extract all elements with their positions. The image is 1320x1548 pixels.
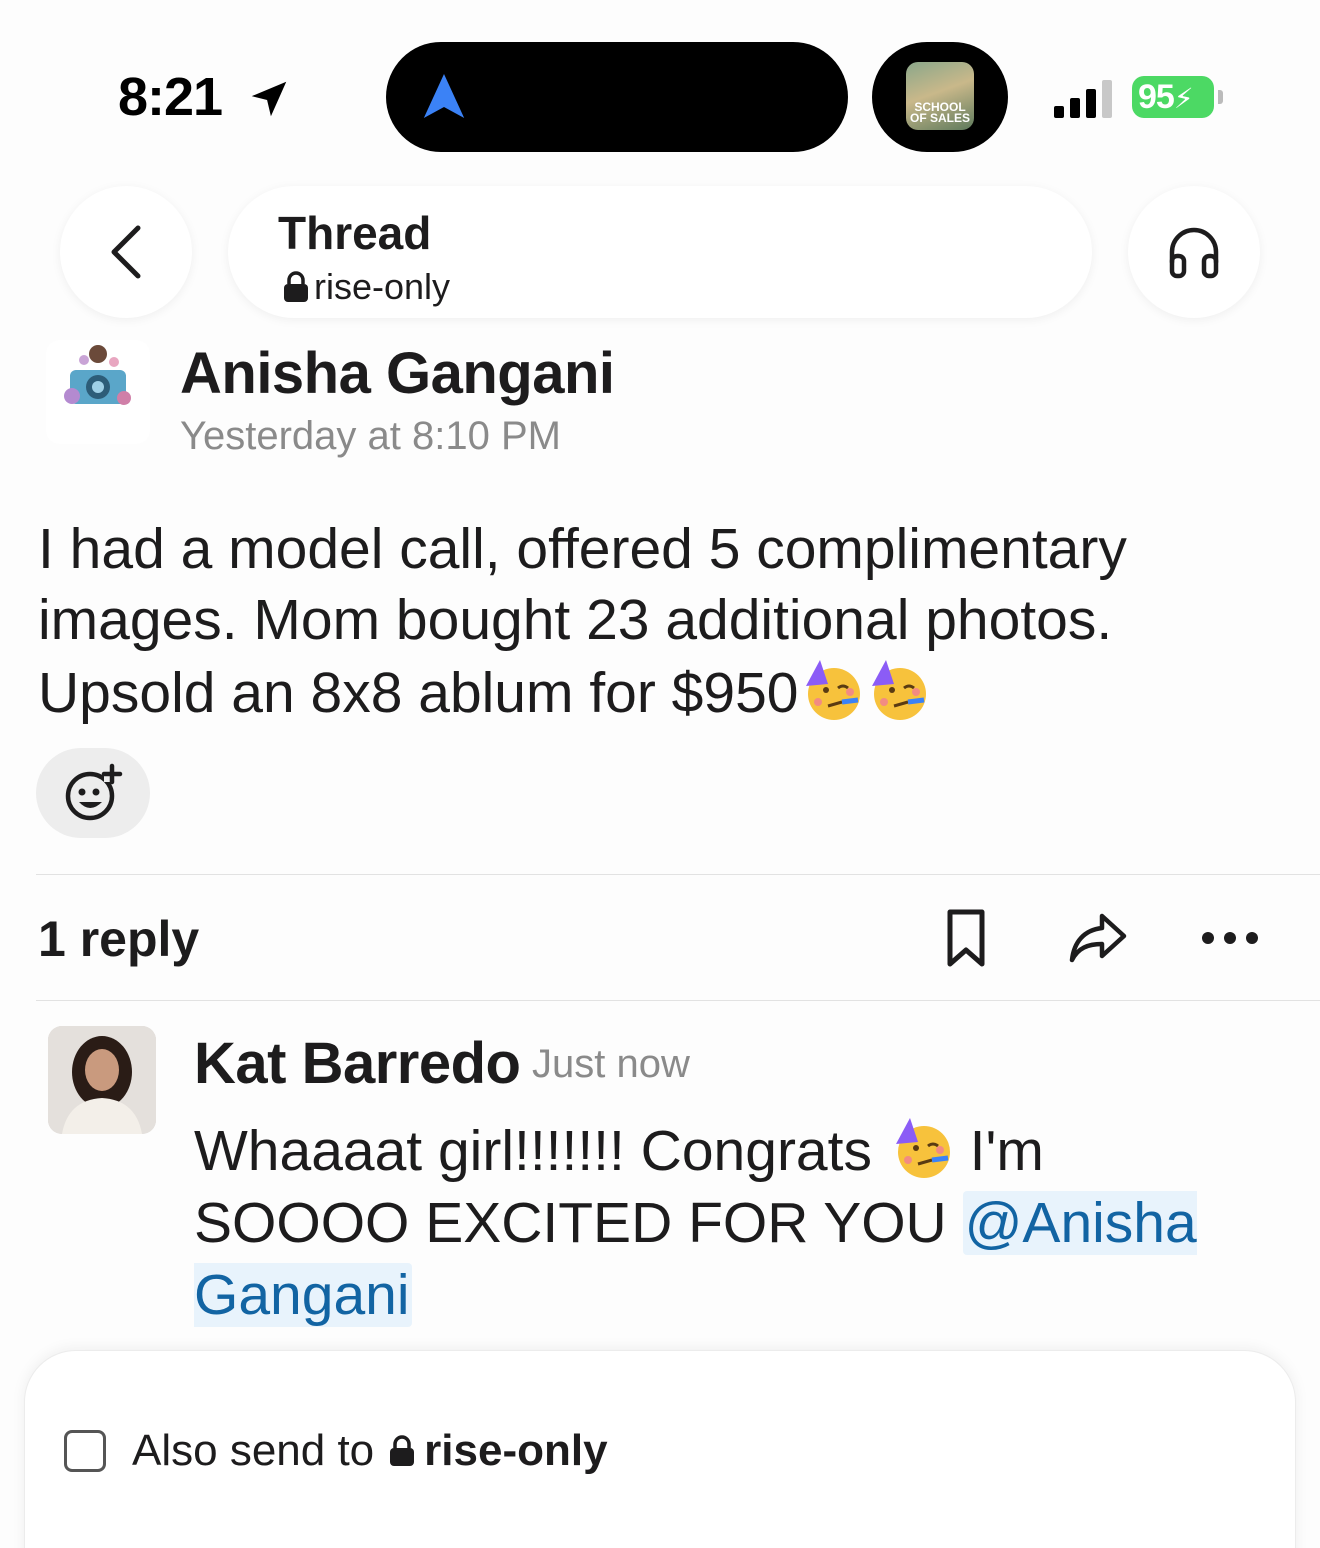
message-author[interactable]: Anisha Gangani	[180, 340, 615, 407]
also-send-channel-name: rise-only	[424, 1426, 608, 1475]
navigation-arrow-icon	[423, 74, 465, 118]
reply-timestamp: Just now	[532, 1042, 690, 1086]
location-arrow-icon	[251, 81, 287, 117]
lock-icon	[284, 271, 308, 302]
message-text: I had a model call, offered 5 compliment…	[38, 517, 1127, 725]
podcast-artwork: SCHOOL OF SALES	[906, 62, 974, 130]
partying-face-emoji-icon	[806, 660, 861, 720]
also-send-channel: rise-only	[388, 1426, 608, 1476]
reply-text-1: Whaaaat girl!!!!!!! Congrats	[194, 1119, 872, 1183]
chevron-left-icon	[111, 225, 141, 279]
add-emoji-icon	[65, 763, 123, 821]
partying-face-emoji-icon	[895, 1118, 950, 1178]
message-body: I had a model call, offered 5 compliment…	[38, 514, 1288, 729]
camera-logo-icon	[64, 345, 131, 405]
add-reaction-button[interactable]	[36, 748, 150, 838]
also-send-text: Also send to	[132, 1426, 375, 1475]
channel-name: rise-only	[314, 266, 451, 307]
battery-indicator: 95⚡	[1132, 76, 1214, 118]
dynamic-island-navigation[interactable]	[386, 42, 848, 152]
battery-level: 95	[1138, 78, 1175, 116]
avatar-anisha[interactable]	[46, 340, 150, 444]
huddle-button[interactable]	[1128, 186, 1260, 318]
thread-title-pill[interactable]: Thread rise-only	[228, 186, 1092, 318]
divider	[36, 874, 1320, 875]
share-icon[interactable]	[1068, 910, 1128, 966]
bookmark-icon[interactable]	[944, 908, 988, 970]
also-send-label[interactable]: Also send to rise-only	[132, 1426, 608, 1476]
status-time: 8:21	[118, 67, 223, 127]
channel-subtitle: rise-only	[282, 266, 450, 308]
message-timestamp: Yesterday at 8:10 PM	[180, 414, 561, 458]
page-title: Thread	[278, 207, 432, 259]
reply-count: 1 reply	[38, 911, 200, 967]
also-send-checkbox[interactable]	[64, 1430, 106, 1472]
dynamic-island-podcast[interactable]: SCHOOL OF SALES	[872, 42, 1008, 152]
divider	[36, 1000, 1320, 1001]
podcast-art-label: SCHOOL OF SALES	[909, 100, 970, 125]
partying-face-emoji-icon	[872, 660, 927, 720]
reply-body: Whaaaat girl!!!!!!! Congrats I'm SOOOO E…	[194, 1114, 1274, 1331]
avatar-kat[interactable]	[48, 1026, 156, 1134]
battery-nub	[1218, 90, 1223, 104]
lock-icon	[390, 1435, 415, 1466]
cellular-signal-icon	[1054, 80, 1112, 118]
charging-bolt-icon: ⚡	[1173, 83, 1194, 114]
back-button[interactable]	[60, 186, 192, 318]
more-options-icon[interactable]	[1200, 930, 1260, 946]
profile-photo-icon	[48, 1026, 156, 1134]
headphones-icon	[1169, 227, 1219, 279]
reply-author[interactable]: Kat Barredo	[194, 1030, 521, 1097]
